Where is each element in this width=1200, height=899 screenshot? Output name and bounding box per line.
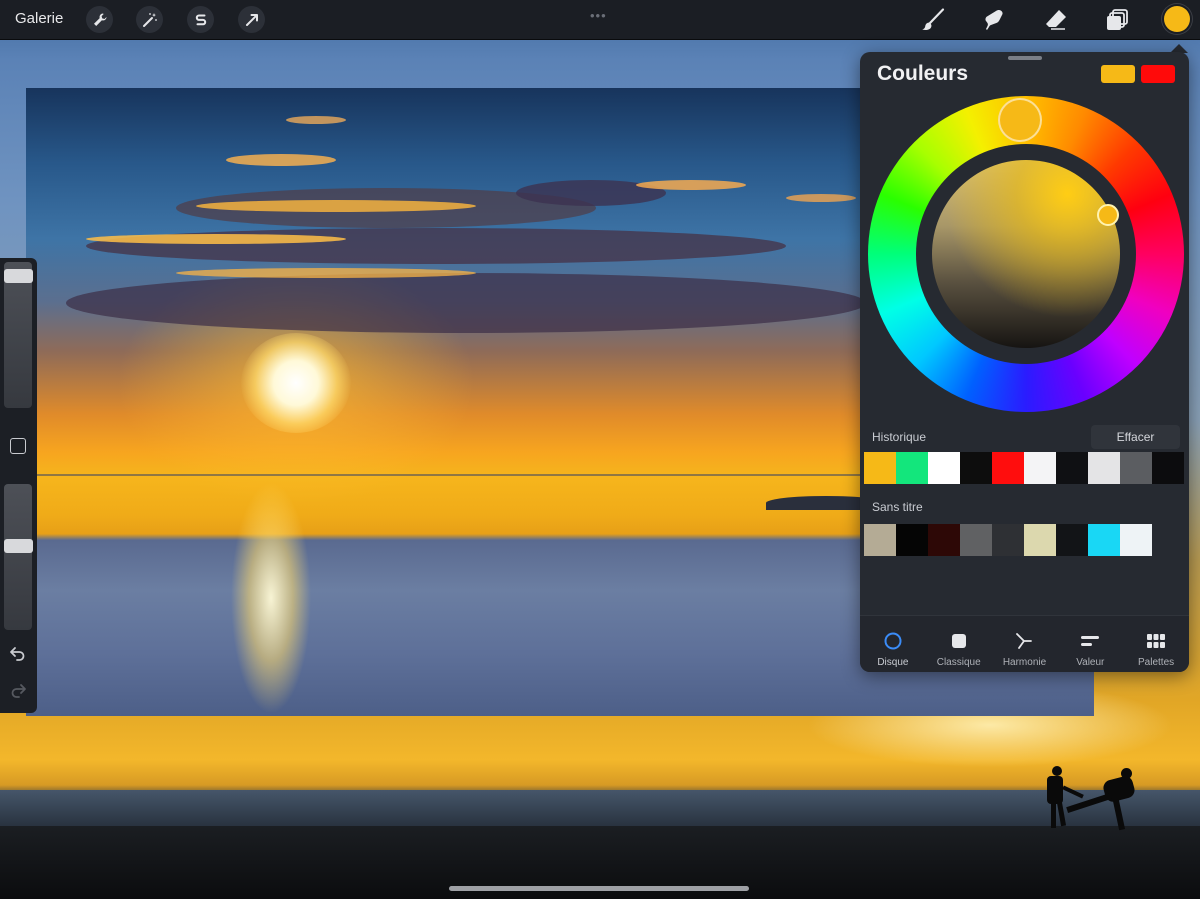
palette-label: Sans titre [872,500,923,514]
brush-icon [922,8,945,31]
home-indicator [449,886,749,891]
palette-swatch[interactable] [1088,524,1120,556]
redo-icon[interactable] [9,682,27,698]
history-swatch[interactable] [992,452,1024,484]
history-swatch[interactable] [928,452,960,484]
history-swatch[interactable] [1152,452,1184,484]
cloud [176,268,476,278]
history-swatch[interactable] [1024,452,1056,484]
sun-reflection [231,483,311,713]
tab-disque[interactable]: Disque [860,616,926,672]
palettes-grid-icon [1147,634,1166,648]
cloud [86,234,346,244]
magic-wand-icon [142,12,157,27]
eraser-icon [1046,10,1066,30]
left-sidebar [0,258,37,713]
smudge-icon [985,10,1003,30]
gallery-link[interactable]: Galerie [15,10,63,27]
transform-button[interactable] [238,6,265,33]
transform-arrow-icon [245,13,258,26]
classic-square-icon [951,634,966,648]
panel-title: Couleurs [877,62,969,85]
palette-swatch[interactable] [1056,524,1088,556]
wrench-icon [93,13,106,26]
palette-swatch[interactable] [960,524,992,556]
cloud [66,273,866,333]
selection-s-icon [195,14,206,25]
smudge-tool-button[interactable] [980,6,1008,34]
actions-button[interactable] [86,6,113,33]
palette-swatch[interactable] [896,524,928,556]
undo-icon[interactable] [9,645,27,661]
saturation-brightness-disc[interactable] [932,160,1120,348]
palette-swatch[interactable] [1152,524,1184,556]
drag-handle-dots[interactable]: ••• [590,8,607,23]
tab-label: Classique [936,657,981,668]
brush-tool-button[interactable] [919,6,947,34]
colors-panel: Couleurs Historique Effacer Sans titre D… [860,52,1189,672]
history-swatches [864,452,1185,484]
opacity-slider[interactable] [4,484,32,630]
value-sliders-icon [1081,636,1100,646]
tab-palettes[interactable]: Palettes [1123,616,1189,672]
selection-button[interactable] [187,6,214,33]
palette-swatches [864,524,1185,556]
layers-button[interactable] [1103,6,1131,34]
clear-history-button[interactable]: Effacer [1091,425,1180,449]
cloud [786,194,856,202]
opacity-slider-knob[interactable] [4,539,33,554]
cloud [196,200,476,212]
background-sea [0,790,1200,828]
active-color-button[interactable] [1164,6,1190,32]
tab-classique[interactable]: Classique [926,616,992,672]
saturation-knob[interactable] [1097,204,1119,226]
history-swatch[interactable] [1056,452,1088,484]
color-mode-tabbar: Disque Classique Harmonie Valeur Palette… [860,615,1189,672]
history-swatch[interactable] [864,452,896,484]
tab-label: Palettes [1138,657,1175,668]
panel-grabber[interactable] [1008,56,1042,60]
tab-harmonie[interactable]: Harmonie [992,616,1058,672]
cloud [286,116,346,124]
tab-label: Valeur [1076,657,1105,668]
top-toolbar: Galerie ••• [0,0,1200,40]
harmony-icon [1016,633,1033,649]
modify-square-icon[interactable] [10,438,26,454]
cloud [636,180,746,190]
palette-swatch[interactable] [992,524,1024,556]
sun [241,333,351,433]
history-swatch[interactable] [896,452,928,484]
history-label: Historique [872,430,927,444]
disc-icon [884,632,902,650]
brush-size-slider[interactable] [4,262,32,408]
history-swatch[interactable] [1120,452,1152,484]
palette-swatch[interactable] [928,524,960,556]
brush-size-slider-knob[interactable] [4,268,33,283]
history-swatch[interactable] [1088,452,1120,484]
tab-label: Harmonie [1002,657,1047,668]
palette-swatch[interactable] [1024,524,1056,556]
hue-knob[interactable] [998,98,1042,142]
adjustments-button[interactable] [136,6,163,33]
secondary-color-swatch[interactable] [1141,65,1175,83]
palette-swatch[interactable] [1120,524,1152,556]
cloud [226,154,336,166]
primary-color-swatch[interactable] [1101,65,1135,83]
palette-swatch[interactable] [864,524,896,556]
eraser-tool-button[interactable] [1042,6,1070,34]
layers-icon [1107,9,1128,30]
tab-label: Disque [877,657,909,668]
tab-valeur[interactable]: Valeur [1057,616,1123,672]
history-swatch[interactable] [960,452,992,484]
